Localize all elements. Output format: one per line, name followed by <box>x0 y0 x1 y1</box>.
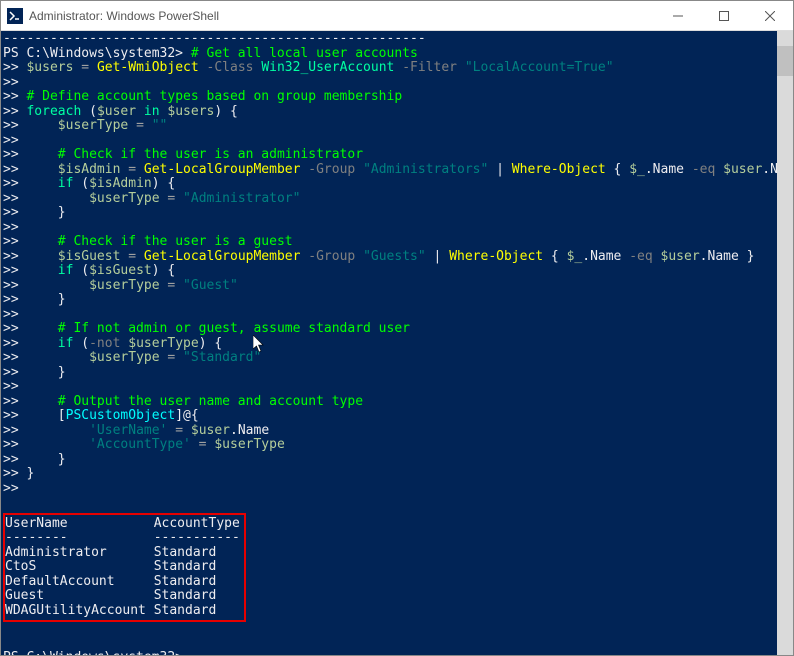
terminal-output: ----------------------------------------… <box>1 32 793 655</box>
scrollbar[interactable] <box>777 31 793 655</box>
table-divider: -------- ----------- <box>5 531 240 546</box>
table-header: UserName AccountType <box>5 517 240 532</box>
powershell-icon <box>7 8 23 24</box>
prompt: PS C:\Windows\system32> <box>3 650 183 655</box>
minimize-button[interactable] <box>655 1 701 31</box>
powershell-window: Administrator: Windows PowerShell ------… <box>0 0 794 656</box>
table-row: Guest Standard <box>5 589 240 604</box>
window-controls <box>655 1 793 31</box>
output-highlight-box: UserName AccountType -------- ----------… <box>3 513 246 623</box>
table-row: DefaultAccount Standard <box>5 575 240 590</box>
scroll-track[interactable] <box>777 31 793 655</box>
comment: # Check if the user is a guest <box>26 234 292 249</box>
table-row: CtoS Standard <box>5 560 240 575</box>
titlebar[interactable]: Administrator: Windows PowerShell <box>1 1 793 31</box>
table-row: WDAGUtilityAccount Standard <box>5 604 240 619</box>
maximize-button[interactable] <box>701 1 747 31</box>
divider-line: ----------------------------------------… <box>3 31 426 46</box>
terminal[interactable]: ----------------------------------------… <box>1 31 793 655</box>
comment: # Check if the user is an administrator <box>26 147 363 162</box>
comment: # Define account types based on group me… <box>26 89 402 104</box>
comment: # Output the user name and account type <box>26 394 363 409</box>
table-row: Administrator Standard <box>5 546 240 561</box>
scroll-thumb[interactable] <box>777 46 793 76</box>
close-button[interactable] <box>747 1 793 31</box>
comment: # Get all local user accounts <box>191 46 418 61</box>
prompt: PS C:\Windows\system32> <box>3 46 183 61</box>
continuation: >> <box>3 60 19 75</box>
comment: # If not admin or guest, assume standard… <box>26 321 410 336</box>
window-title: Administrator: Windows PowerShell <box>29 9 655 23</box>
